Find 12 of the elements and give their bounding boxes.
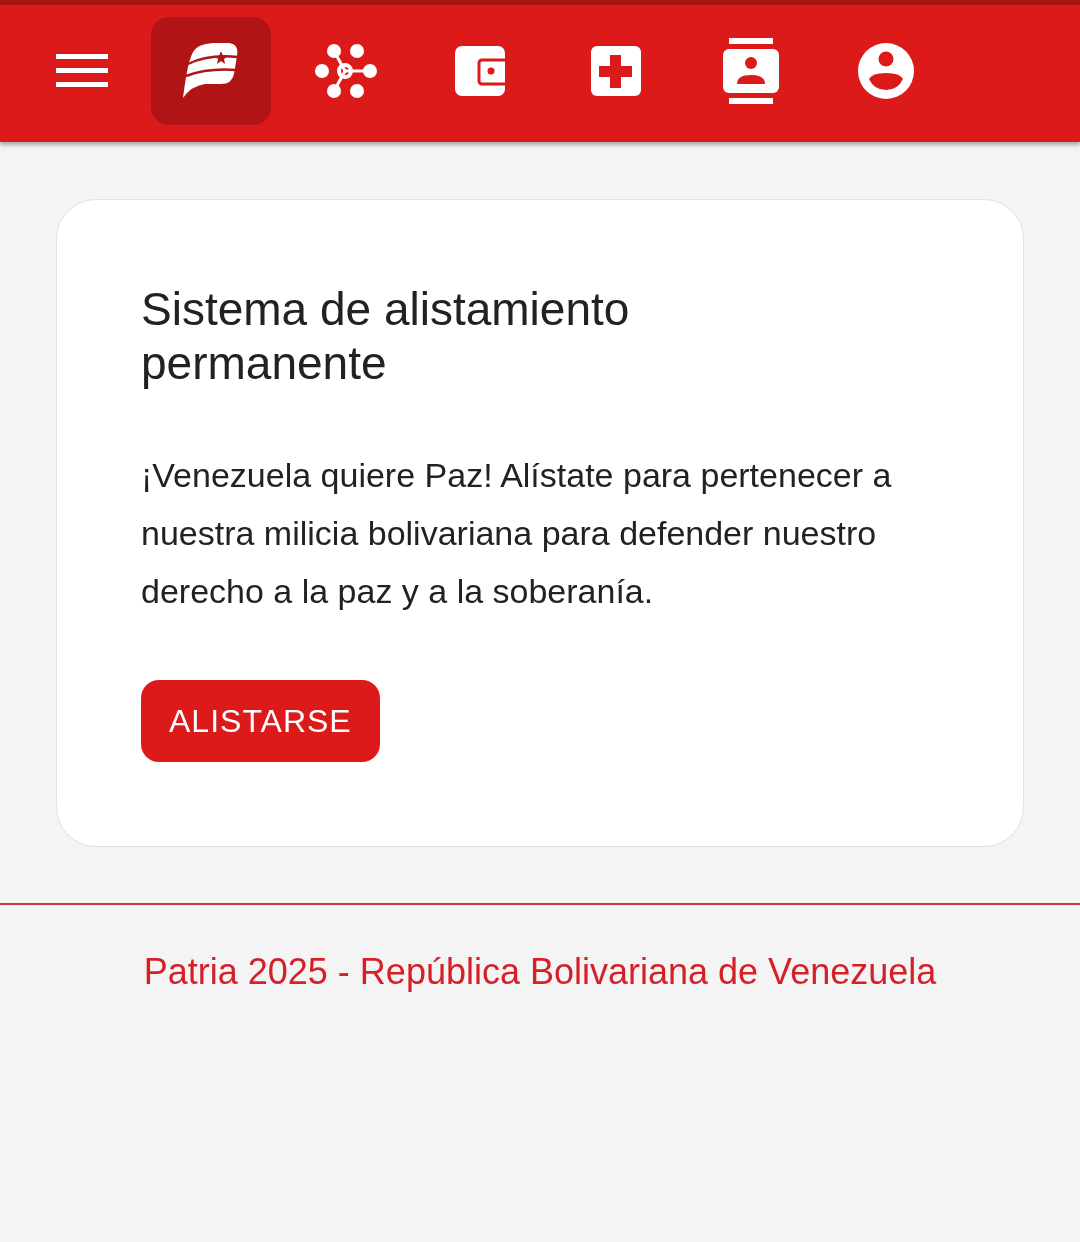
card-title: Sistema de alistamiento permanente xyxy=(141,282,631,390)
account-icon xyxy=(858,42,914,99)
cap-button[interactable] xyxy=(151,16,271,125)
menu-icon xyxy=(56,53,108,88)
wallet-icon xyxy=(455,45,507,96)
medical-cross-icon xyxy=(591,45,641,96)
network-icon xyxy=(315,42,377,99)
contact-card-icon xyxy=(723,37,779,104)
enlist-button[interactable]: ALISTARSE xyxy=(141,680,380,762)
card-description: ¡Venezuela quiere Paz! Alístate para pertenecer a nuestra milicia bolivariana para defender nuestro derecho a la paz y a la soberanía. xyxy=(141,455,893,612)
cap-icon xyxy=(183,41,239,100)
footer-text: Patria 2025 - República Bolivariana de Venezuela xyxy=(142,951,938,993)
